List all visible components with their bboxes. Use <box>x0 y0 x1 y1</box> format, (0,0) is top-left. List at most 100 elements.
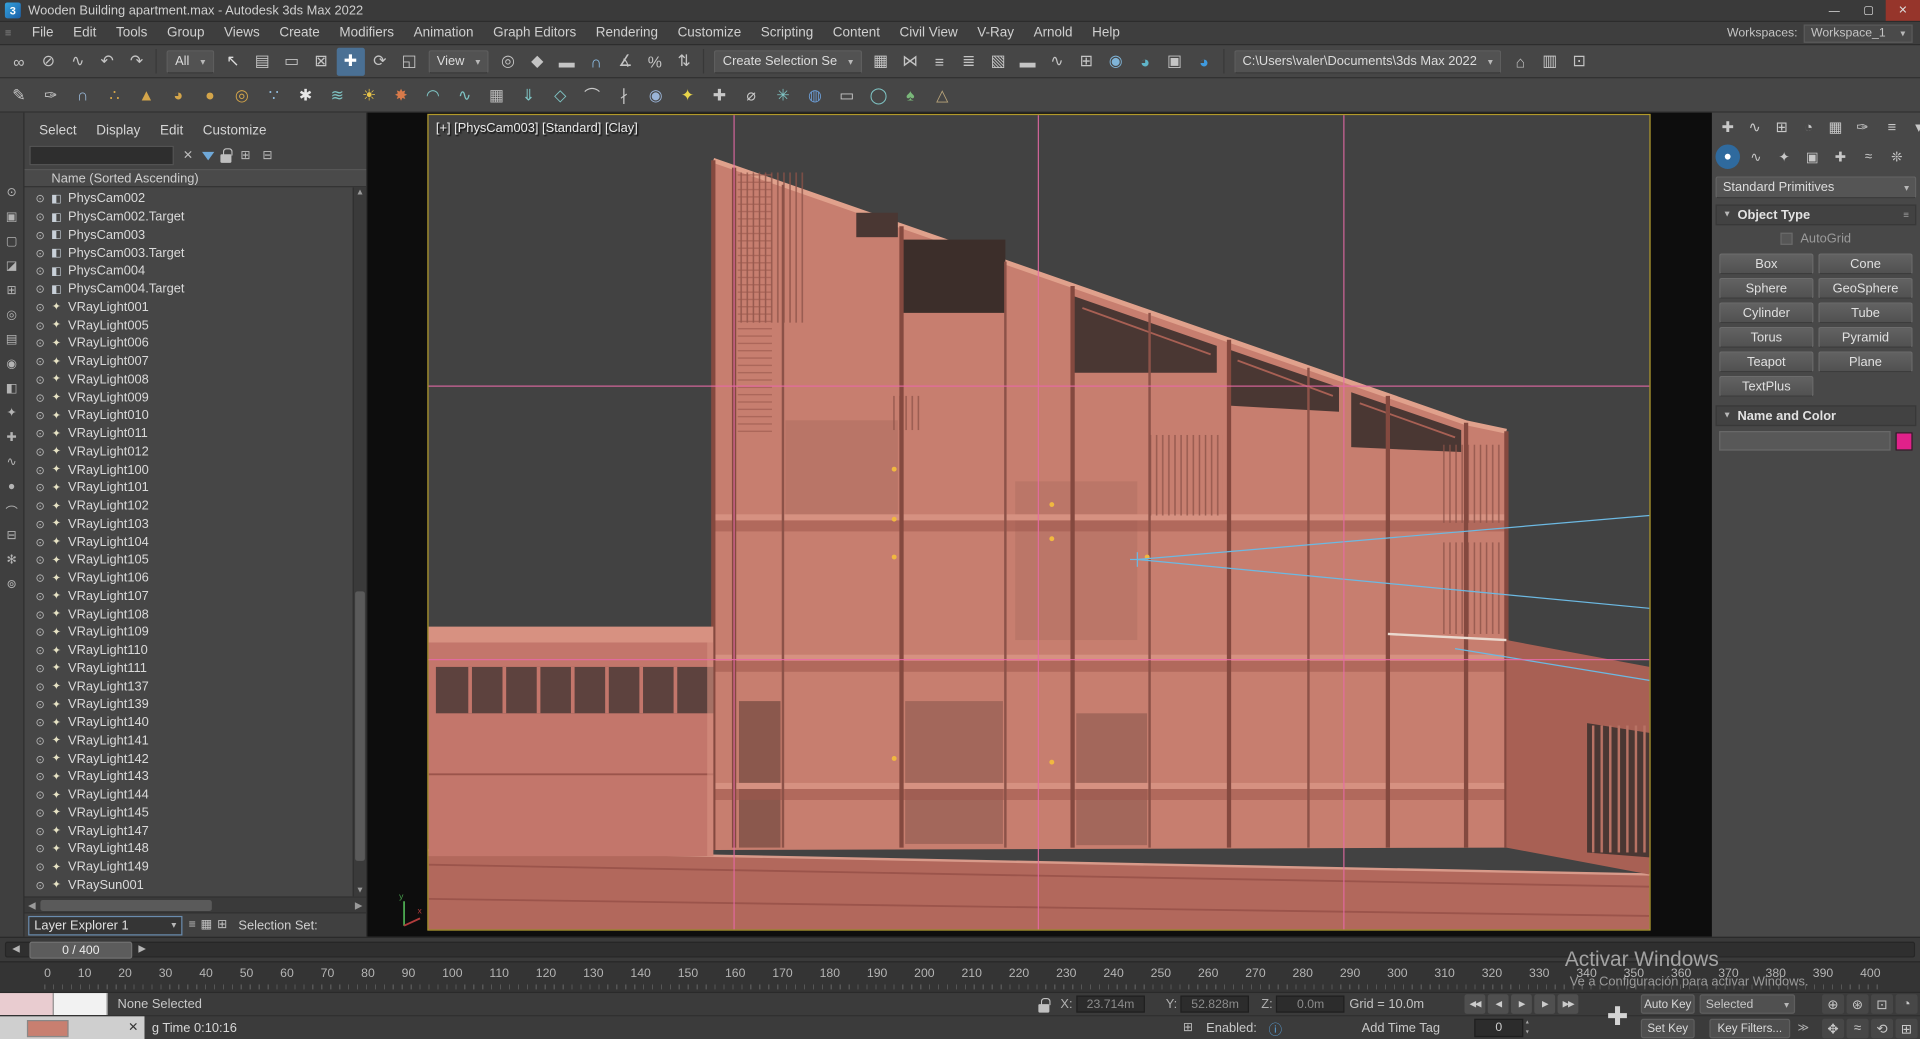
visibility-eye-icon[interactable] <box>36 661 45 676</box>
visibility-eye-icon[interactable] <box>36 806 45 821</box>
x-coordinate-field[interactable]: 23.714m <box>1076 995 1145 1013</box>
menu-item[interactable]: Arnold <box>1024 26 1083 41</box>
list-item[interactable]: VRayLight149 <box>24 858 366 876</box>
object-color-swatch[interactable] <box>1895 431 1913 451</box>
display-tab[interactable]: ▦ <box>1823 115 1847 139</box>
visibility-eye-icon[interactable] <box>36 607 45 622</box>
helper-create-icon[interactable]: ✚ <box>705 81 733 109</box>
selection-filter-dropdown[interactable]: All ▾ <box>166 49 214 73</box>
rollout-pin-icon[interactable]: ≡ <box>1903 209 1909 220</box>
list-item[interactable]: VRayLight147 <box>24 822 366 840</box>
lock-icon[interactable] <box>220 147 233 163</box>
displace-modifier-icon[interactable]: ▦ <box>482 81 510 109</box>
select-object-icon[interactable]: ↖ <box>219 47 247 75</box>
select-and-scale-icon[interactable]: ◱ <box>395 47 423 75</box>
menu-item[interactable]: Graph Editors <box>483 26 586 41</box>
visibility-eye-icon[interactable] <box>36 824 45 839</box>
list-item[interactable]: VRayLight143 <box>24 768 366 786</box>
scatter-icon[interactable]: ∴ <box>100 81 128 109</box>
foliage-icon[interactable]: ♠ <box>896 81 924 109</box>
cameras-category[interactable]: ▣ <box>1800 144 1824 168</box>
pin-explorer-icon[interactable]: ⊚ <box>3 576 20 593</box>
primitive-button[interactable]: Box <box>1719 253 1814 275</box>
menu-item[interactable]: Views <box>214 26 269 41</box>
visibility-eye-icon[interactable] <box>36 769 45 784</box>
maximize-viewport-toggle-icon[interactable]: ⊞ <box>1895 1018 1918 1039</box>
visibility-eye-icon[interactable] <box>36 697 45 712</box>
wind-force-icon[interactable]: ≋ <box>323 81 351 109</box>
bones-icon[interactable]: ⌒ <box>578 81 606 109</box>
display-bones-icon[interactable]: ⌒ <box>3 502 20 519</box>
display-layers-icon[interactable]: ▤ <box>3 331 20 348</box>
display-helpers-icon[interactable]: ✚ <box>3 429 20 446</box>
select-children-icon[interactable]: ⊞ <box>3 282 20 299</box>
primitive-button[interactable]: Cylinder <box>1719 302 1814 324</box>
monitor-icon[interactable]: ▭ <box>833 81 861 109</box>
list-item[interactable]: VRayLight100 <box>24 461 366 479</box>
horizontal-scrollbar[interactable]: ◀ ▶ <box>24 896 367 913</box>
menu-overflow-icon[interactable]: ≡ <box>5 27 22 39</box>
display-cameras-icon[interactable]: ◧ <box>3 380 20 397</box>
list-item[interactable]: PhysCam003.Target <box>24 244 366 262</box>
list-item[interactable]: PhysCam003 <box>24 226 366 244</box>
play-animation-button[interactable]: ▶ <box>1511 994 1532 1014</box>
snaps-toggle-icon[interactable]: ∩ <box>582 47 610 75</box>
time-slider-handle[interactable]: 0 / 400 <box>29 941 133 959</box>
visibility-eye-icon[interactable] <box>36 535 45 550</box>
visibility-eye-icon[interactable] <box>36 318 45 333</box>
visibility-eye-icon[interactable] <box>36 191 45 206</box>
pan-icon[interactable]: ✥ <box>1822 1018 1845 1039</box>
list-item[interactable]: VRayLight007 <box>24 352 366 370</box>
selection-lock-icon[interactable] <box>1038 997 1051 1013</box>
menu-item[interactable]: Tools <box>106 26 157 41</box>
list-item[interactable]: VRayLight108 <box>24 605 366 623</box>
list-item[interactable]: VRayLight102 <box>24 497 366 515</box>
menu-item[interactable]: Animation <box>404 26 483 41</box>
motion-tab[interactable]: ◔ <box>1796 115 1820 139</box>
close-icon[interactable]: ✕ <box>128 1021 138 1034</box>
current-frame-field[interactable]: 0 <box>1474 1018 1524 1038</box>
visibility-eye-icon[interactable] <box>36 300 45 315</box>
visibility-eye-icon[interactable] <box>36 264 45 279</box>
primitive-type-dropdown[interactable]: Standard Primitives ▾ <box>1715 176 1917 199</box>
go-to-end-button[interactable]: ▶▶ <box>1557 994 1579 1014</box>
explorer-menu-item[interactable]: Customize <box>193 124 276 139</box>
ripple-modifier-icon[interactable]: ◠ <box>419 81 447 109</box>
visibility-eye-icon[interactable] <box>36 228 45 243</box>
select-invert-icon[interactable]: ◪ <box>3 257 20 274</box>
object-type-rollout[interactable]: ▼ Object Type ≡ <box>1715 204 1917 226</box>
modify-tab[interactable]: ∿ <box>1742 115 1766 139</box>
explorer-menu-item[interactable]: Display <box>86 124 150 139</box>
list-item[interactable]: VRayLight148 <box>24 840 366 858</box>
gravity-force-icon[interactable]: ⇓ <box>514 81 542 109</box>
visibility-eye-icon[interactable] <box>36 336 45 351</box>
scrollbar-thumb[interactable] <box>355 591 365 861</box>
maxscript-listener-pane[interactable] <box>53 993 108 1016</box>
list-item[interactable]: VRayLight011 <box>24 425 366 443</box>
add-time-tag-label[interactable]: Add Time Tag <box>1362 1021 1440 1036</box>
walk-through-icon[interactable]: ≈ <box>1846 1018 1869 1039</box>
primitive-button[interactable]: Tube <box>1818 302 1913 324</box>
explorer-menu-item[interactable]: Edit <box>150 124 193 139</box>
list-item[interactable]: VRayLight106 <box>24 569 366 587</box>
search-input[interactable] <box>29 145 174 166</box>
visibility-eye-icon[interactable] <box>36 553 45 568</box>
explorer-menu-item[interactable]: Select <box>29 124 86 139</box>
bind-to-space-warp-icon[interactable]: ∿ <box>64 47 92 75</box>
rectangular-selection-region-icon[interactable]: ▭ <box>278 47 306 75</box>
clear-search-icon[interactable]: ✕ <box>180 149 196 162</box>
select-and-move-icon[interactable]: ✚ <box>336 47 365 76</box>
vertical-scrollbar[interactable]: ▲ ▼ <box>352 187 367 897</box>
menu-item[interactable]: Scripting <box>751 26 823 41</box>
wave-modifier-icon[interactable]: ∿ <box>451 81 479 109</box>
display-objects-icon[interactable]: ◎ <box>3 306 20 323</box>
next-frame-arrow-icon[interactable]: ▶ <box>138 943 146 954</box>
visibility-eye-icon[interactable] <box>36 444 45 459</box>
maximize-button[interactable]: ▢ <box>1851 0 1885 21</box>
select-none-icon[interactable]: ▢ <box>3 233 20 250</box>
bomb-force-icon[interactable]: ✸ <box>387 81 415 109</box>
menu-item[interactable]: Rendering <box>586 26 668 41</box>
set-key-button[interactable]: Set Key <box>1640 1018 1695 1039</box>
display-lights-icon[interactable]: ✦ <box>3 404 20 421</box>
visibility-eye-icon[interactable] <box>36 860 45 875</box>
